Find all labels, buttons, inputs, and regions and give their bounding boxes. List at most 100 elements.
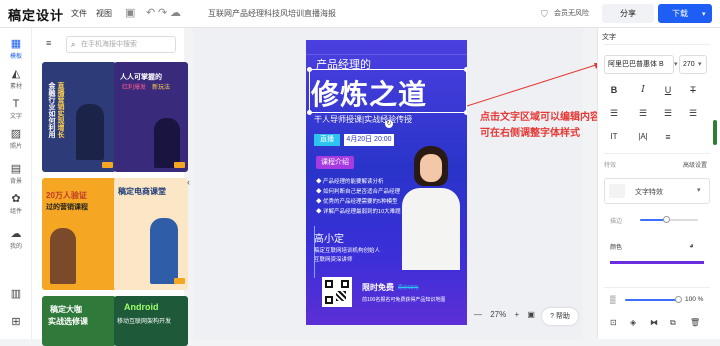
poster-live-tag[interactable]: 直播: [314, 134, 340, 146]
list-icon[interactable]: ≡: [661, 132, 675, 142]
search-input[interactable]: ⌕ 在手机海报中搜索: [66, 36, 176, 53]
template-panel: ≡ ⌕ 在手机海报中搜索 金融行业如何利用 直播营销实现增长 人人可掌握的 红利爆…: [32, 28, 188, 346]
stroke-slider-knob[interactable]: [663, 216, 670, 223]
menu-view[interactable]: 视图: [96, 8, 112, 19]
rail-label: 素材: [9, 84, 22, 90]
layer-order-icon[interactable]: ◈: [630, 318, 636, 327]
speaker-face: [420, 154, 442, 182]
strikethrough-icon[interactable]: T: [686, 85, 700, 95]
poster-limit[interactable]: 前100名报名可免费获得产品知识地图: [362, 296, 445, 303]
font-size-select[interactable]: 270: [679, 55, 707, 74]
chevron-down-icon: ▾: [697, 187, 701, 194]
shapes-icon: ◭: [11, 68, 21, 80]
rail-background[interactable]: ▤ 背景: [0, 163, 32, 185]
zoom-value[interactable]: 27%: [490, 310, 506, 319]
effect-select-label: 文字特效: [635, 189, 663, 196]
delete-icon[interactable]: 🗑: [690, 318, 700, 327]
rail-layers[interactable]: ▥: [0, 288, 32, 301]
template-thumb[interactable]: 人人可掌握的 红利爆发 新玩法: [114, 62, 188, 172]
poster-speaker-name[interactable]: 高小定: [314, 230, 344, 245]
text-effect-select[interactable]: 文字特效 ▾: [604, 178, 710, 204]
top-bar: 稿定设计 文件 视图 ▣ ↶ ↷ ☁ 互联网产品经理科技风培训直播海报 ⛉ 会员…: [0, 0, 720, 28]
rail-photo[interactable]: ▨ 照片: [0, 128, 32, 150]
layout-icon[interactable]: ▣: [125, 7, 135, 19]
resize-handle[interactable]: [464, 110, 467, 115]
poster-headline[interactable]: 修炼之道: [311, 73, 427, 113]
chevron-down-icon: ▾: [674, 61, 678, 68]
chevron-down-icon: ▾: [698, 61, 702, 68]
rail-grid[interactable]: ⊞: [0, 316, 32, 329]
copy-icon[interactable]: ⧉: [670, 318, 676, 328]
rotate-handle[interactable]: ↻: [385, 120, 393, 128]
poster-subline[interactable]: 干人导师授课|实战经验传授: [314, 114, 412, 125]
poster-bullets[interactable]: ◆ 产品经理的能要解读分析 ◆ 如何判断自己是否适合产品经理 ◆ 优秀的产品经理…: [316, 177, 401, 217]
thumb-title: 稿定电商课堂: [118, 187, 166, 196]
font-family-select[interactable]: 阿里巴巴普惠体 B: [604, 55, 674, 74]
effect-preview: [609, 184, 625, 198]
resize-handle[interactable]: [307, 67, 312, 72]
divider: [604, 44, 710, 45]
template-thumb[interactable]: 20万人验证 过的营销课程: [42, 178, 116, 290]
speaker-body: [402, 188, 460, 270]
search-placeholder: 在手机海报中搜索: [81, 41, 137, 48]
rail-shapes[interactable]: ◭ 素材: [0, 68, 32, 90]
underline-icon[interactable]: U: [661, 85, 675, 95]
poster-free-note[interactable]: 原价99元: [398, 284, 419, 291]
rail-component[interactable]: ✿ 组件: [0, 193, 32, 215]
template-thumb[interactable]: 金融行业如何利用 直播营销实现增长: [42, 62, 116, 172]
panel-scrollbar[interactable]: [713, 120, 717, 145]
fit-screen-icon[interactable]: ▣: [527, 310, 535, 319]
document-title[interactable]: 互联网产品经理科技风培训直播海报: [208, 8, 336, 19]
bold-icon[interactable]: B: [607, 85, 621, 95]
align-left-icon[interactable]: ☰: [607, 108, 621, 119]
flip-icon[interactable]: ⧓: [650, 318, 658, 327]
app-logo[interactable]: 稿定设计: [8, 5, 64, 24]
italic-icon[interactable]: I: [636, 85, 650, 95]
template-thumb[interactable]: 稿定电商课堂: [114, 178, 188, 290]
speaker-photo[interactable]: [396, 144, 466, 270]
chevron-down-icon: ▾: [702, 11, 706, 18]
bullet-text: 详解产品经理最弱到的10大难题: [323, 209, 401, 215]
lock-icon[interactable]: ⊡: [610, 318, 617, 327]
palette-icon[interactable]: ◕: [689, 241, 694, 250]
color-swatch[interactable]: [610, 261, 704, 264]
thumb-portrait: [154, 118, 180, 168]
collapse-panel-button[interactable]: ‹: [184, 170, 193, 194]
undo-icon[interactable]: ↶: [146, 7, 155, 19]
rail-text[interactable]: T 文字: [0, 98, 32, 120]
menu-list-icon[interactable]: ≡: [46, 38, 51, 48]
layers-icon: ▥: [10, 288, 22, 300]
search-icon: ⌕: [71, 40, 76, 49]
rail-mine[interactable]: ☁ 我的: [0, 228, 32, 250]
align-justify-icon[interactable]: ☰: [686, 108, 700, 119]
letter-spacing-icon[interactable]: |A|: [636, 132, 650, 141]
poster-intro-title[interactable]: 课程介绍: [316, 156, 354, 169]
menu-file[interactable]: 文件: [71, 8, 87, 19]
cloud-sync-icon[interactable]: ☁: [170, 7, 181, 19]
poster-free[interactable]: 限时免费: [362, 282, 394, 293]
zoom-in-button[interactable]: +: [514, 310, 519, 319]
background-icon: ▤: [10, 163, 22, 175]
bullet-text: 如何判断自己是否适合产品经理: [323, 189, 401, 195]
zoom-out-button[interactable]: —: [474, 310, 482, 319]
thumb-title: Android: [124, 302, 159, 312]
divider: [604, 153, 710, 154]
align-right-icon[interactable]: ☰: [661, 108, 675, 119]
poster-canvas[interactable]: 产品经理的 修炼之道 干人导师授课|实战经验传授 ↻ 直播 4月20日 20:0…: [306, 40, 467, 325]
vip-label[interactable]: 会员无风险: [554, 8, 589, 18]
share-button[interactable]: 分享: [602, 4, 654, 23]
align-center-icon[interactable]: ☰: [636, 108, 650, 119]
opacity-slider-fill: [625, 299, 677, 301]
advanced-settings-link[interactable]: 高级设置: [683, 160, 707, 169]
help-button[interactable]: ? 帮助: [542, 308, 578, 325]
poster-date[interactable]: 4月20日 20:00: [344, 134, 394, 146]
poster-speaker-bio[interactable]: 稿定互联网培训机构创始人 互联网资深讲师: [314, 247, 380, 265]
rail-template[interactable]: ▦ 模板: [0, 38, 32, 60]
opacity-slider-knob[interactable]: [675, 296, 682, 303]
color-label: 颜色: [610, 245, 623, 251]
line-height-icon[interactable]: IT: [607, 132, 621, 141]
download-button[interactable]: 下载 ▾: [658, 4, 712, 23]
download-label: 下载: [672, 9, 688, 18]
bullet-item: ◆ 如何判断自己是否适合产品经理: [316, 189, 401, 195]
redo-icon[interactable]: ↷: [158, 7, 167, 19]
